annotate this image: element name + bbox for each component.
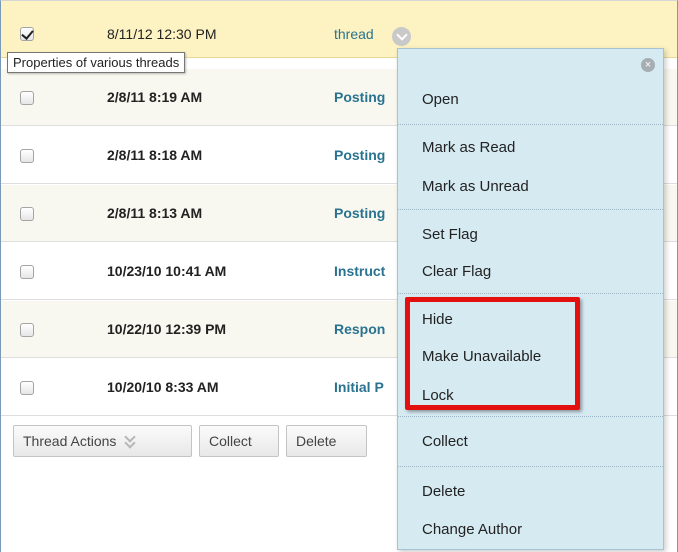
highlight-annotation-box: [405, 297, 580, 410]
menu-item-mark-as-unread[interactable]: Mark as Unread: [422, 178, 529, 195]
tooltip: Properties of various threads: [7, 52, 186, 73]
row-title-link[interactable]: Posting: [334, 89, 385, 105]
row-title-link[interactable]: Initial P: [334, 379, 384, 395]
row-checkbox[interactable]: [20, 149, 34, 163]
menu-item-set-flag[interactable]: Set Flag: [422, 226, 478, 243]
row-title-link[interactable]: thread: [334, 26, 374, 42]
chevron-down-icon[interactable]: [392, 27, 411, 46]
menu-item-clear-flag[interactable]: Clear Flag: [422, 263, 491, 280]
row-date: 2/8/11 8:18 AM: [107, 147, 203, 163]
row-checkbox[interactable]: [20, 91, 34, 105]
menu-item-change-author[interactable]: Change Author: [422, 521, 522, 538]
row-date: 10/23/10 10:41 AM: [107, 263, 227, 279]
collect-button[interactable]: Collect: [199, 425, 279, 457]
double-chevron-down-icon: [124, 435, 136, 447]
row-checkbox[interactable]: [20, 265, 34, 279]
row-checkbox[interactable]: [20, 27, 34, 41]
menu-item-delete[interactable]: Delete: [422, 483, 465, 500]
close-icon[interactable]: ×: [641, 58, 655, 72]
menu-item-open[interactable]: Open: [422, 91, 459, 108]
row-date: 2/8/11 8:19 AM: [107, 89, 203, 105]
thread-actions-label: Thread Actions: [23, 433, 117, 449]
row-title-link[interactable]: Instruct: [334, 263, 385, 279]
thread-actions-button[interactable]: Thread Actions: [13, 425, 192, 457]
row-date: 8/11/12 12:30 PM: [107, 26, 217, 42]
row-date: 10/20/10 8:33 AM: [107, 379, 219, 395]
row-title-link[interactable]: Respon: [334, 321, 385, 337]
row-title-link[interactable]: Posting: [334, 147, 385, 163]
menu-separator: [398, 124, 663, 125]
menu-separator: [398, 293, 663, 294]
row-date: 2/8/11 8:13 AM: [107, 205, 203, 221]
menu-separator: [398, 416, 663, 417]
row-title-link[interactable]: Posting: [334, 205, 385, 221]
menu-item-collect[interactable]: Collect: [422, 433, 468, 450]
menu-separator: [398, 209, 663, 210]
row-checkbox[interactable]: [20, 381, 34, 395]
row-date: 10/22/10 12:39 PM: [107, 321, 227, 337]
delete-button[interactable]: Delete: [286, 425, 367, 457]
menu-separator: [398, 466, 663, 467]
row-checkbox[interactable]: [20, 323, 34, 337]
row-checkbox[interactable]: [20, 207, 34, 221]
menu-item-mark-as-read[interactable]: Mark as Read: [422, 139, 515, 156]
